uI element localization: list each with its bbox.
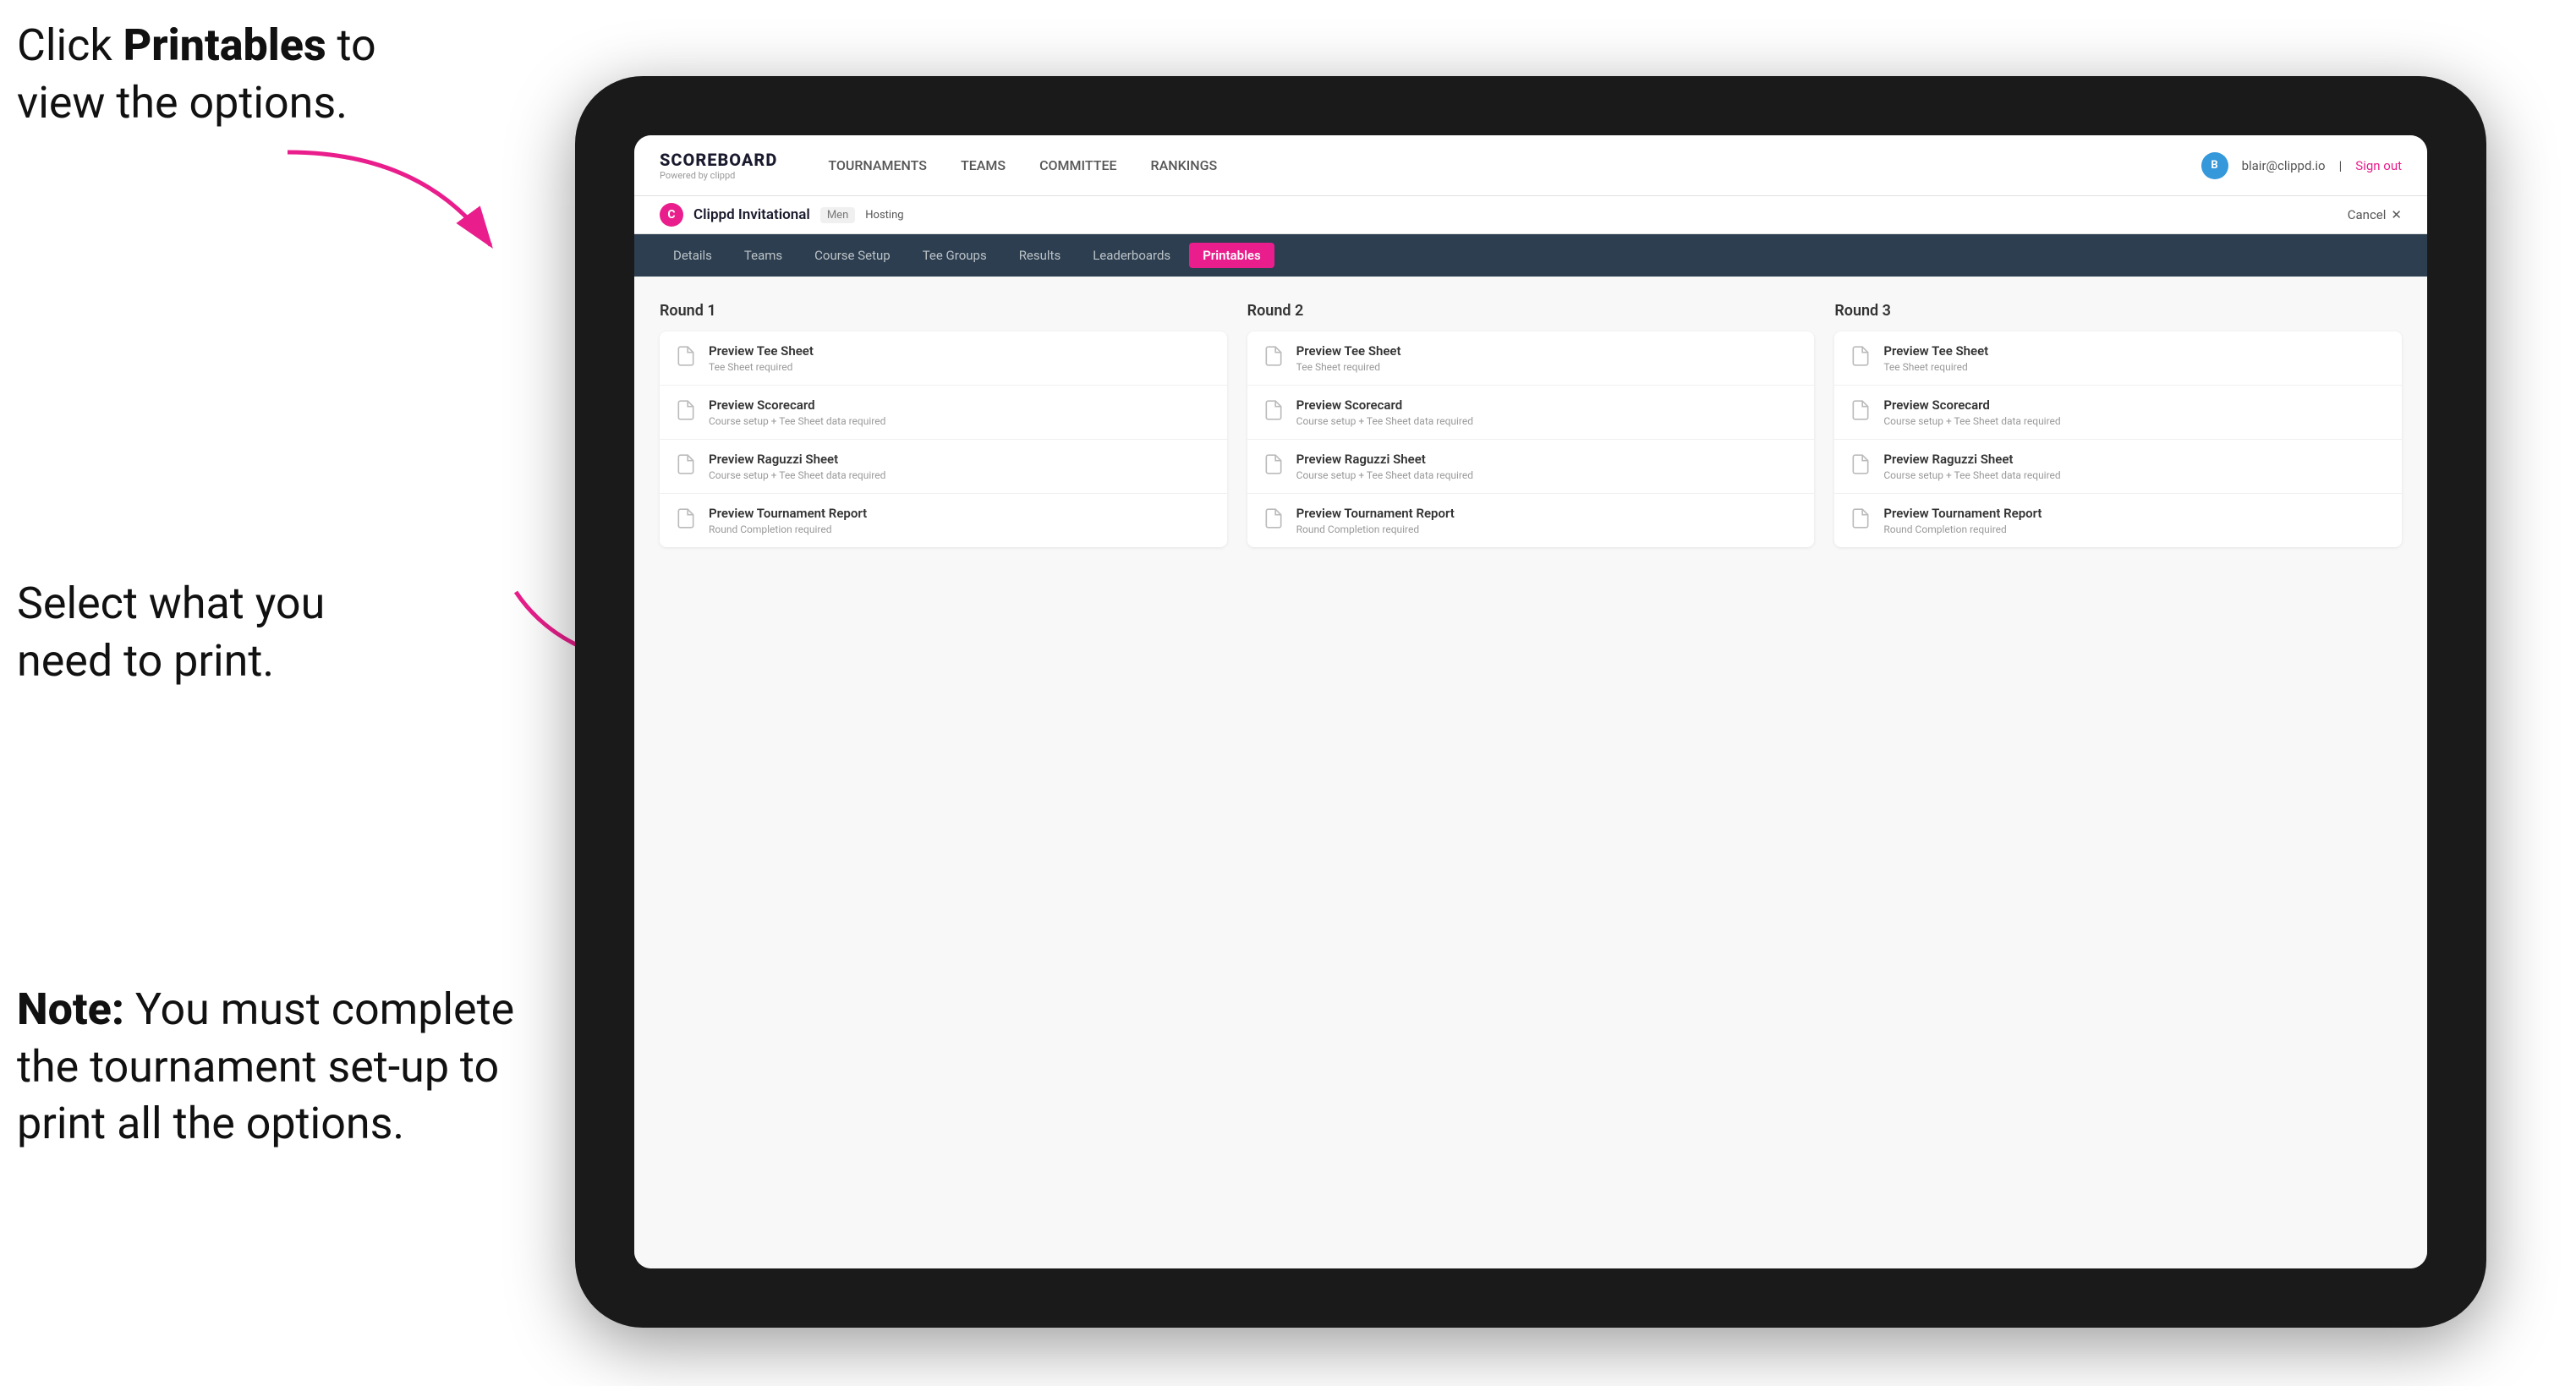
user-email: blair@clippd.io [2242, 158, 2326, 173]
nav-committee[interactable]: COMMITTEE [1039, 154, 1116, 177]
cancel-icon: ✕ [2391, 207, 2402, 222]
round-2-title: Round 2 [1247, 302, 1815, 320]
round-3-section: Round 3 Preview Tee Sheet Tee Sheet requ… [1834, 302, 2402, 547]
round-1-raguzzi[interactable]: Preview Raguzzi Sheet Course setup + Tee… [660, 440, 1227, 494]
nav-tournaments[interactable]: TOURNAMENTS [828, 154, 927, 177]
round-1-scorecard[interactable]: Preview Scorecard Course setup + Tee She… [660, 386, 1227, 440]
document-icon [675, 507, 697, 529]
r1-raguzzi-subtitle: Course setup + Tee Sheet data required [709, 469, 885, 481]
document-icon [1850, 507, 1872, 529]
logo-subtitle: Powered by clippd [660, 170, 777, 181]
r1-report-title: Preview Tournament Report [709, 506, 867, 521]
pipe-separator: | [2339, 158, 2343, 173]
round-2-section: Round 2 Preview Tee Sheet Tee Sheet requ… [1247, 302, 1815, 547]
round-2-scorecard[interactable]: Preview Scorecard Course setup + Tee She… [1247, 386, 1815, 440]
tablet-frame: SCOREBOARD Powered by clippd TOURNAMENTS… [575, 76, 2486, 1328]
r2-scorecard-subtitle: Course setup + Tee Sheet data required [1296, 415, 1473, 427]
instruction-middle: Select what youneed to print. [17, 575, 325, 689]
tournament-logo: C [660, 203, 683, 227]
subnav-leaderboards[interactable]: Leaderboards [1079, 243, 1184, 268]
round-2-tournament-report[interactable]: Preview Tournament Report Round Completi… [1247, 494, 1815, 547]
round-2-cards: Preview Tee Sheet Tee Sheet required Pre… [1247, 331, 1815, 547]
round-1-title: Round 1 [660, 302, 1227, 320]
round-3-scorecard[interactable]: Preview Scorecard Course setup + Tee She… [1834, 386, 2402, 440]
document-icon [1263, 345, 1285, 367]
subnav-course-setup[interactable]: Course Setup [801, 243, 904, 268]
r1-report-subtitle: Round Completion required [709, 523, 867, 535]
r2-raguzzi-subtitle: Course setup + Tee Sheet data required [1296, 469, 1473, 481]
document-icon [1263, 453, 1285, 475]
r2-scorecard-title: Preview Scorecard [1296, 397, 1473, 413]
r3-tee-title: Preview Tee Sheet [1883, 343, 1988, 359]
r1-scorecard-subtitle: Course setup + Tee Sheet data required [709, 415, 885, 427]
r3-tee-subtitle: Tee Sheet required [1883, 361, 1988, 373]
logo-title: SCOREBOARD [660, 150, 777, 170]
round-1-cards: Preview Tee Sheet Tee Sheet required Pre… [660, 331, 1227, 547]
r3-report-title: Preview Tournament Report [1883, 506, 2042, 521]
r3-raguzzi-title: Preview Raguzzi Sheet [1883, 452, 2060, 467]
r3-report-subtitle: Round Completion required [1883, 523, 2042, 535]
printables-bold: Printables [123, 19, 326, 71]
main-content: Round 1 Preview Tee Sheet Tee Sheet requ… [634, 277, 2427, 1268]
nav-rankings[interactable]: RANKINGS [1151, 154, 1218, 177]
document-icon [1263, 399, 1285, 421]
document-icon [675, 345, 697, 367]
r2-report-title: Preview Tournament Report [1296, 506, 1455, 521]
subnav-results[interactable]: Results [1006, 243, 1075, 268]
arrow-top [254, 135, 524, 271]
main-nav: TOURNAMENTS TEAMS COMMITTEE RANKINGS [828, 154, 2167, 177]
r2-tee-title: Preview Tee Sheet [1296, 343, 1401, 359]
cancel-button[interactable]: Cancel ✕ [2348, 207, 2402, 222]
tournament-badge: Men [820, 207, 855, 223]
r3-scorecard-title: Preview Scorecard [1883, 397, 2060, 413]
instruction-top: Click Printables toview the options. [17, 17, 376, 131]
document-icon [1850, 453, 1872, 475]
nav-teams[interactable]: TEAMS [961, 154, 1006, 177]
round-3-title: Round 3 [1834, 302, 2402, 320]
r3-raguzzi-subtitle: Course setup + Tee Sheet data required [1883, 469, 2060, 481]
cancel-label: Cancel [2348, 207, 2387, 222]
round-1-tee-sheet[interactable]: Preview Tee Sheet Tee Sheet required [660, 331, 1227, 386]
user-avatar: B [2201, 152, 2228, 179]
note-bold: Note: [17, 983, 124, 1035]
subnav-tee-groups[interactable]: Tee Groups [909, 243, 1000, 268]
r3-scorecard-subtitle: Course setup + Tee Sheet data required [1883, 415, 2060, 427]
round-1-section: Round 1 Preview Tee Sheet Tee Sheet requ… [660, 302, 1227, 547]
r2-raguzzi-title: Preview Raguzzi Sheet [1296, 452, 1473, 467]
round-3-raguzzi[interactable]: Preview Raguzzi Sheet Course setup + Tee… [1834, 440, 2402, 494]
round-3-tee-sheet[interactable]: Preview Tee Sheet Tee Sheet required [1834, 331, 2402, 386]
round-2-tee-sheet[interactable]: Preview Tee Sheet Tee Sheet required [1247, 331, 1815, 386]
round-3-tournament-report[interactable]: Preview Tournament Report Round Completi… [1834, 494, 2402, 547]
rounds-grid: Round 1 Preview Tee Sheet Tee Sheet requ… [660, 302, 2402, 547]
subnav-teams[interactable]: Teams [731, 243, 796, 268]
r1-tee-title: Preview Tee Sheet [709, 343, 814, 359]
r2-tee-subtitle: Tee Sheet required [1296, 361, 1401, 373]
hosting-badge: Hosting [865, 209, 903, 222]
instruction-bottom: Note: You must complete the tournament s… [17, 981, 541, 1153]
subnav-details[interactable]: Details [660, 243, 726, 268]
top-nav-right: B blair@clippd.io | Sign out [2201, 152, 2402, 179]
sub-nav: Details Teams Course Setup Tee Groups Re… [634, 234, 2427, 277]
logo-area: SCOREBOARD Powered by clippd [660, 150, 777, 181]
top-nav: SCOREBOARD Powered by clippd TOURNAMENTS… [634, 135, 2427, 196]
document-icon [1850, 399, 1872, 421]
document-icon [1850, 345, 1872, 367]
tournament-name: Clippd Invitational [693, 206, 810, 223]
document-icon [1263, 507, 1285, 529]
sign-out-link[interactable]: Sign out [2355, 158, 2402, 173]
round-2-raguzzi[interactable]: Preview Raguzzi Sheet Course setup + Tee… [1247, 440, 1815, 494]
document-icon [675, 453, 697, 475]
document-icon [675, 399, 697, 421]
r1-tee-subtitle: Tee Sheet required [709, 361, 814, 373]
tablet-screen: SCOREBOARD Powered by clippd TOURNAMENTS… [634, 135, 2427, 1268]
subnav-printables[interactable]: Printables [1189, 243, 1274, 268]
round-1-tournament-report[interactable]: Preview Tournament Report Round Completi… [660, 494, 1227, 547]
r2-report-subtitle: Round Completion required [1296, 523, 1455, 535]
tournament-bar: C Clippd Invitational Men Hosting Cancel… [634, 196, 2427, 234]
r1-raguzzi-title: Preview Raguzzi Sheet [709, 452, 885, 467]
r1-scorecard-title: Preview Scorecard [709, 397, 885, 413]
round-3-cards: Preview Tee Sheet Tee Sheet required Pre… [1834, 331, 2402, 547]
